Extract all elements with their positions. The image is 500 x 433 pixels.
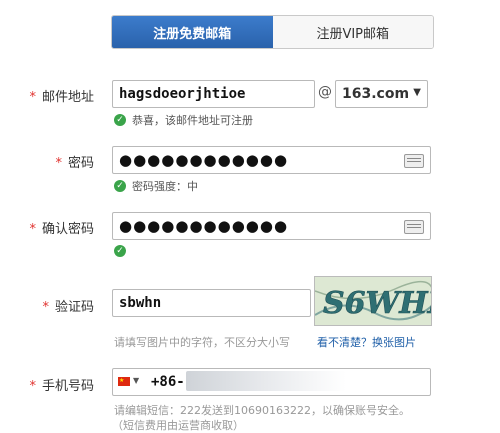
register-tabs: 注册免费邮箱 注册VIP邮箱 (111, 15, 434, 49)
phone-label: * 手机号码 (29, 379, 94, 394)
email-input[interactable]: hagsdoeorjhtioe (112, 80, 315, 108)
email-domain-value: 163.com (342, 86, 410, 102)
password-strength: ✓ 密码强度：中 (114, 178, 198, 194)
captcha-hint: 请填写图片中的字符，不区分大小写 (114, 336, 290, 349)
phone-sms-fee-note: （短信费用由运营商收取） (112, 419, 244, 432)
check-icon: ✓ (114, 180, 126, 192)
china-flag-icon[interactable] (118, 377, 130, 386)
phone-sms-hint: 请编辑短信：222发送到10690163222，以确保账号安全。 (114, 404, 410, 417)
confirm-password-input[interactable]: ●●●●●●●●●●●● (112, 212, 431, 240)
keyboard-icon[interactable] (404, 220, 424, 234)
captcha-image[interactable]: S6WHN (314, 276, 432, 326)
phone-blurred-number (186, 371, 346, 391)
password-input[interactable]: ●●●●●●●●●●●● (112, 146, 431, 174)
confirm-password-label: * 确认密码 (29, 222, 94, 237)
email-label: * 邮件地址 (29, 90, 94, 105)
at-sign: @ (318, 84, 332, 100)
tab-vip-mailbox[interactable]: 注册VIP邮箱 (272, 16, 433, 48)
email-hint: ✓ 恭喜，该邮件地址可注册 (114, 112, 253, 128)
check-icon: ✓ (114, 245, 126, 257)
captcha-input[interactable]: sbwhn (112, 289, 311, 317)
keyboard-icon[interactable] (404, 154, 424, 168)
confirm-password-mask: ●●●●●●●●●●●● (119, 217, 289, 235)
confirm-password-ok: ✓ (114, 245, 132, 257)
tab-free-mailbox[interactable]: 注册免费邮箱 (112, 16, 273, 48)
check-icon: ✓ (114, 114, 126, 126)
chevron-down-icon: ▼ (413, 87, 421, 98)
refresh-captcha-link[interactable]: 看不清楚？换张图片 (317, 334, 416, 350)
captcha-text: S6WHN (323, 286, 432, 321)
captcha-label: * 验证码 (42, 300, 94, 315)
captcha-graphic: S6WHN (315, 280, 432, 321)
email-domain-select[interactable]: 163.com ▼ (335, 80, 428, 108)
password-label: * 密码 (55, 156, 94, 171)
phone-prefix: +86- (151, 374, 185, 390)
chevron-down-icon[interactable]: ▼ (133, 376, 139, 385)
password-mask: ●●●●●●●●●●●● (119, 151, 289, 169)
